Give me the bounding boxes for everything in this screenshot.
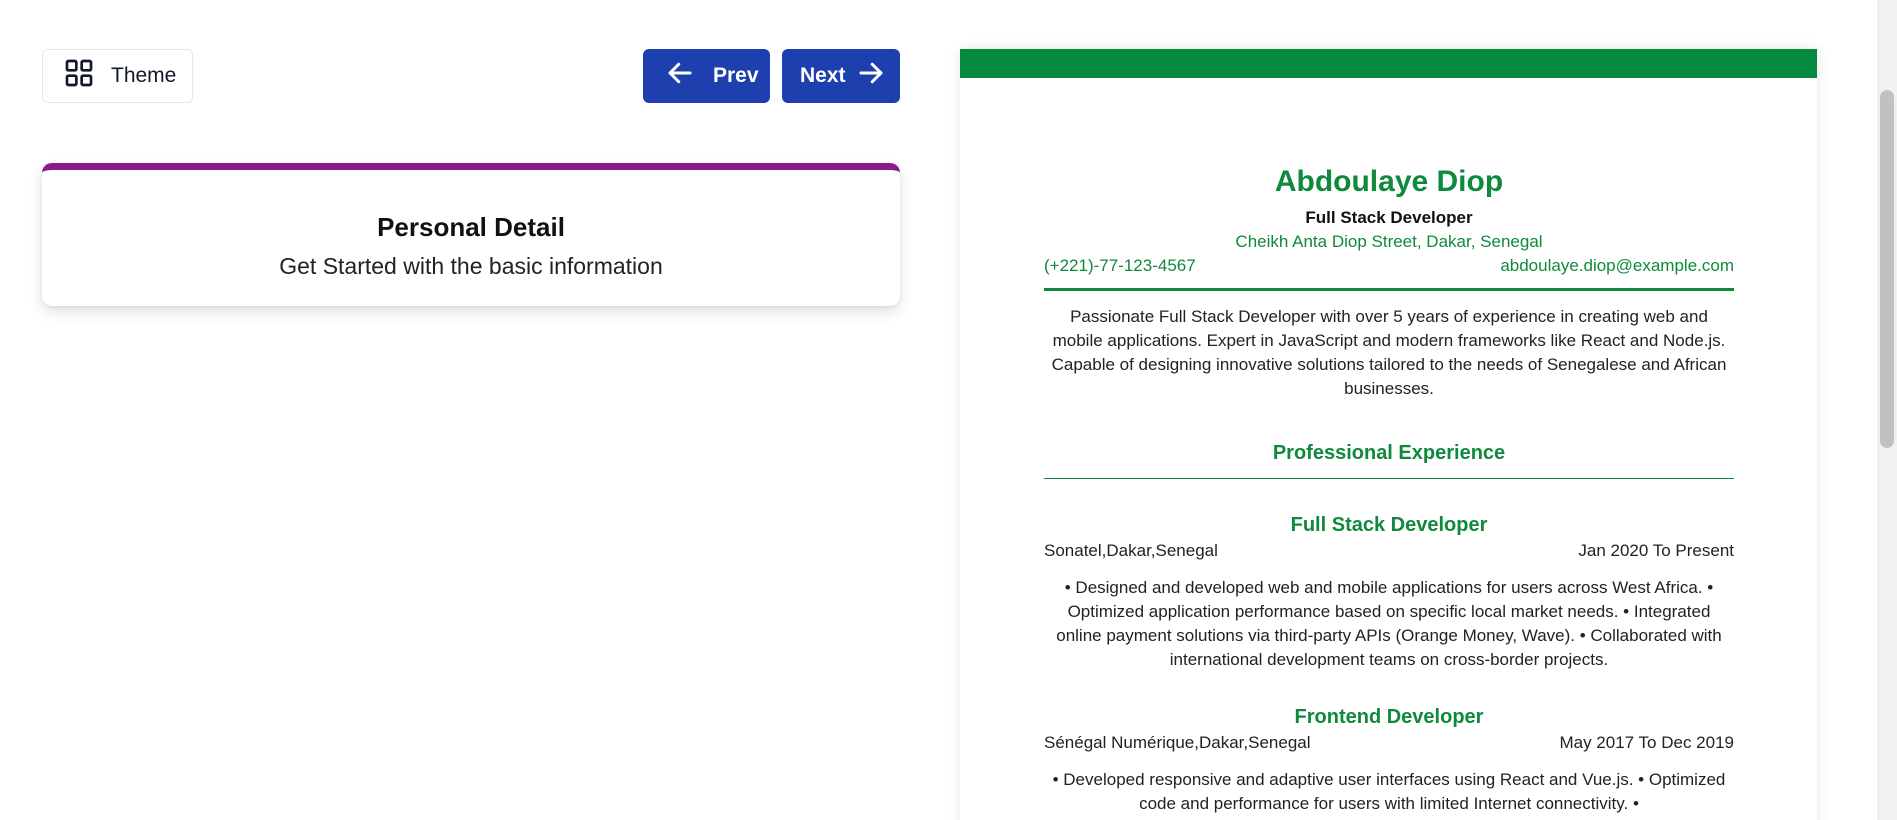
- experience-heading: Professional Experience: [1272, 442, 1506, 464]
- scrollbar-thumb[interactable]: [1880, 90, 1894, 448]
- experience-description: • Developed responsive and adaptive user…: [1052, 770, 1726, 813]
- experience-title: Full Stack Developer: [1290, 514, 1488, 536]
- experience-dates: Jan 2020 To Present: [1578, 541, 1734, 560]
- experience-company: Sonatel,Dakar,Senegal: [1044, 541, 1218, 560]
- prev-button-label: Prev: [713, 64, 759, 87]
- experience-meta: Sénégal Numérique,Dakar,Senegal May 2017…: [1044, 733, 1734, 757]
- experience-description: • Designed and developed web and mobile …: [1056, 578, 1722, 669]
- theme-button-label: Theme: [111, 64, 177, 87]
- resume-address: Cheikh Anta Diop Street, Dakar, Senegal: [1235, 232, 1543, 251]
- resume-divider: [1044, 288, 1734, 291]
- experience-divider: [1044, 478, 1734, 479]
- resume-summary: Passionate Full Stack Developer with ove…: [1051, 307, 1727, 398]
- resume-theme-bar: [960, 49, 1817, 78]
- arrow-left-icon: [665, 58, 695, 94]
- resume-name: Abdoulaye Diop: [1274, 165, 1504, 198]
- experience-dates: May 2017 To Dec 2019: [1559, 733, 1734, 752]
- next-button[interactable]: Next: [782, 49, 900, 103]
- personal-detail-subtitle: Get Started with the basic information: [279, 253, 663, 279]
- resume-preview: Abdoulaye Diop Full Stack Developer Chei…: [960, 49, 1817, 820]
- page-scrollbar[interactable]: [1877, 0, 1897, 820]
- prev-button[interactable]: Prev: [643, 49, 770, 103]
- resume-job-title: Full Stack Developer: [1305, 208, 1473, 227]
- experience-item: Frontend Developer Sénégal Numérique,Dak…: [1044, 706, 1734, 816]
- theme-button[interactable]: Theme: [42, 49, 193, 103]
- arrow-right-icon: [856, 58, 886, 94]
- resume-phone: (+221)-77-123-4567: [1044, 256, 1196, 275]
- experience-meta: Sonatel,Dakar,Senegal Jan 2020 To Presen…: [1044, 541, 1734, 565]
- grid-icon: [63, 57, 95, 95]
- personal-detail-card: Personal Detail Get Started with the bas…: [42, 163, 900, 306]
- experience-item: Full Stack Developer Sonatel,Dakar,Seneg…: [1044, 514, 1734, 672]
- resume-email: abdoulaye.diop@example.com: [1500, 256, 1734, 275]
- next-button-label: Next: [800, 64, 846, 87]
- experience-title: Frontend Developer: [1294, 706, 1484, 728]
- personal-detail-title: Personal Detail: [377, 212, 565, 242]
- experience-company: Sénégal Numérique,Dakar,Senegal: [1044, 733, 1311, 752]
